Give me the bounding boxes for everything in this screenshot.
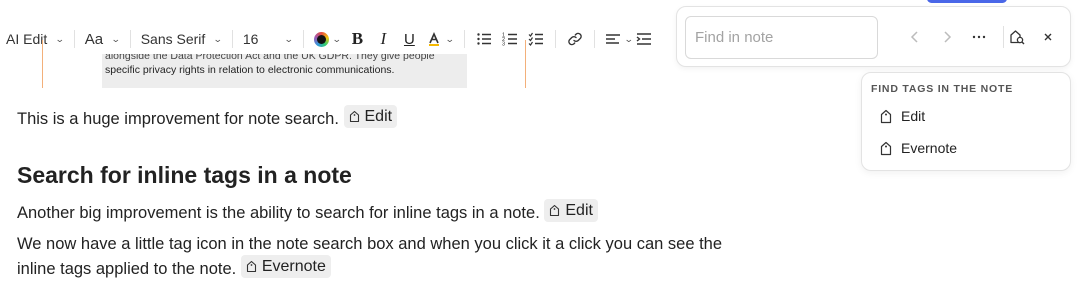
- tag-icon: [880, 141, 892, 155]
- align-dropdown[interactable]: ⌄: [601, 26, 637, 52]
- tag-icon: [349, 110, 359, 123]
- toolbar-divider: [554, 30, 556, 48]
- inline-tag-label: Evernote: [261, 257, 326, 275]
- inline-tag[interactable]: Evernote: [240, 255, 331, 278]
- embedded-image: alongside the Data Protection Act and th…: [42, 40, 526, 88]
- close-find-button[interactable]: [1034, 23, 1062, 51]
- tag-search-button[interactable]: [1003, 23, 1031, 51]
- chevron-right-icon: [944, 31, 952, 43]
- paragraph: We now have a little tag icon in the not…: [17, 231, 722, 282]
- inline-tag[interactable]: Edit: [343, 105, 398, 128]
- checklist-button[interactable]: [523, 26, 549, 52]
- more-icon: [972, 35, 986, 39]
- chevron-left-icon: [910, 31, 918, 43]
- tag-option-evernote[interactable]: Evernote: [880, 140, 957, 156]
- tag-option-label: Edit: [901, 108, 926, 124]
- close-icon: [1044, 33, 1052, 41]
- image-text-line: specific privacy rights in relation to e…: [105, 64, 395, 76]
- image-text-line: alongside the Data Protection Act and th…: [105, 54, 435, 62]
- next-match-button[interactable]: [933, 23, 961, 51]
- section-heading: Search for inline tags in a note: [17, 162, 352, 188]
- tag-icon: [550, 204, 560, 217]
- indent-icon: [637, 33, 652, 45]
- dropdown-heading: FIND TAGS IN THE NOTE: [871, 83, 1014, 95]
- inline-tag[interactable]: Edit: [544, 199, 598, 222]
- previous-match-button[interactable]: [901, 23, 929, 51]
- more-options-button[interactable]: [965, 23, 993, 51]
- embedded-image-content: alongside the Data Protection Act and th…: [102, 54, 467, 88]
- paragraph-line: inline tags applied to the note. Evernot…: [17, 255, 722, 282]
- tag-search-icon: [1010, 30, 1025, 45]
- find-panel: [676, 6, 1071, 67]
- checklist-icon: [528, 32, 543, 46]
- share-button-edge[interactable]: [927, 0, 1007, 3]
- link-icon: [568, 32, 582, 46]
- find-tags-dropdown: FIND TAGS IN THE NOTE Edit Evernote: [861, 72, 1071, 171]
- tag-icon: [880, 109, 892, 123]
- tag-icon: [246, 260, 256, 273]
- align-left-icon: [605, 34, 620, 44]
- paragraph-text: inline tags applied to the note.: [17, 260, 237, 278]
- inline-tag-label: Edit: [364, 107, 393, 125]
- paragraph: This is a huge improvement for note sear…: [17, 105, 398, 132]
- paragraph: Another big improvement is the ability t…: [17, 199, 598, 226]
- paragraph-text: This is a huge improvement for note sear…: [17, 110, 339, 128]
- tag-option-label: Evernote: [901, 140, 958, 156]
- tag-option-edit[interactable]: Edit: [880, 108, 925, 124]
- find-in-note-input[interactable]: [685, 16, 878, 59]
- paragraph-text: We now have a little tag icon in the not…: [17, 235, 723, 253]
- indent-button[interactable]: [636, 26, 656, 52]
- chevron-down-icon: ⌄: [623, 33, 634, 44]
- link-button[interactable]: [562, 26, 588, 52]
- toolbar-divider: [593, 30, 595, 48]
- inline-tag-label: Edit: [565, 201, 593, 219]
- paragraph-text: Another big improvement is the ability t…: [17, 204, 540, 222]
